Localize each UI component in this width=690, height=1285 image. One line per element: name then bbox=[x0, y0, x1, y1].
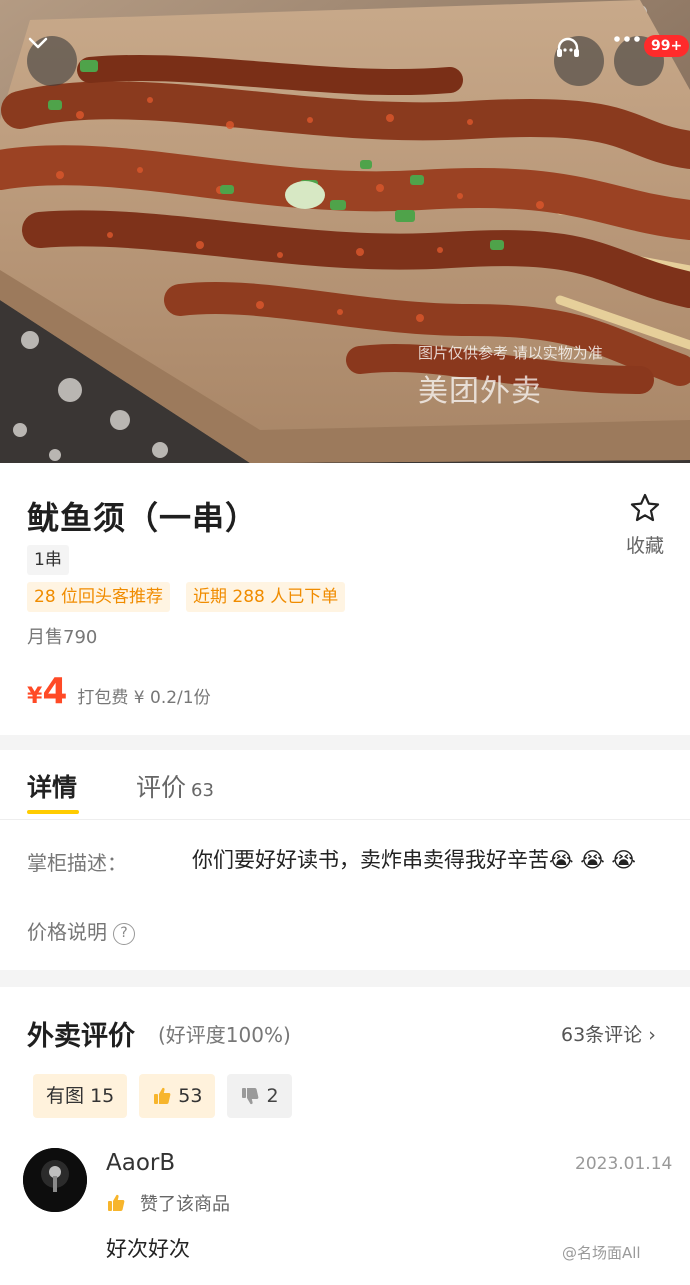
help-icon: ? bbox=[113, 923, 135, 945]
review-username[interactable]: AaorB bbox=[106, 1150, 175, 1176]
reviews-title: 外卖评价 bbox=[27, 1021, 135, 1052]
customer-service-icon bbox=[557, 37, 579, 57]
packing-fee: 打包费 ¥ 0.2/1份 bbox=[77, 688, 211, 708]
star-icon bbox=[630, 493, 660, 522]
filter-negative[interactable]: 2 bbox=[227, 1074, 292, 1118]
repeat-customer-tag: 28 位回头客推荐 bbox=[27, 582, 171, 612]
review-liked-label: 赞了该商品 bbox=[140, 1194, 230, 1215]
price-currency: ¥ bbox=[27, 684, 43, 709]
seller-description-label: 掌柜描述： bbox=[27, 851, 127, 875]
collapse-button[interactable] bbox=[27, 36, 77, 86]
monthly-sales: 月售790 bbox=[27, 627, 98, 648]
price-note[interactable]: 价格说明? bbox=[27, 916, 135, 945]
weibo-watermark: @名场面All bbox=[562, 1244, 641, 1262]
reviews-section: 外卖评价 (好评度100%) 63条评论 › 有图 15 53 2 AaorB … bbox=[0, 987, 690, 1285]
price-value: 4 bbox=[42, 671, 68, 712]
customer-service-button[interactable] bbox=[554, 36, 604, 86]
review-filters: 有图 15 53 2 bbox=[33, 1074, 292, 1118]
favorite-button[interactable]: 收藏 bbox=[620, 493, 670, 558]
review-date: 2023.01.14 bbox=[575, 1154, 673, 1174]
filter-positive-count: 53 bbox=[178, 1085, 203, 1107]
more-icon bbox=[614, 36, 640, 42]
seller-description-text: 你们要好好读书，卖炸串卖得我好辛苦😭 😭 😭 bbox=[192, 848, 636, 872]
price-note-label: 价格说明 bbox=[27, 920, 107, 944]
section-divider bbox=[0, 970, 690, 987]
photo-watermark: 图片仅供参考 请以实物为准 bbox=[418, 344, 603, 362]
product-photo: 图片仅供参考 请以实物为准 美团外卖 99+ bbox=[0, 0, 690, 463]
review-liked: 赞了该商品 bbox=[106, 1190, 230, 1216]
brand-watermark: 美团外卖 bbox=[418, 374, 542, 409]
thumbs-up-icon bbox=[154, 1087, 171, 1104]
chevron-down-icon bbox=[28, 37, 48, 49]
filter-positive[interactable]: 53 bbox=[139, 1074, 216, 1118]
thumbs-down-icon bbox=[242, 1088, 259, 1105]
avatar[interactable] bbox=[23, 1148, 87, 1212]
product-name: 鱿鱼须（一串） bbox=[27, 499, 259, 537]
favorite-label: 收藏 bbox=[625, 535, 664, 557]
tab-reviews-count: 63 bbox=[191, 780, 214, 801]
detail-tabs: 详情 评价 63 bbox=[0, 750, 690, 820]
avatar-image bbox=[23, 1148, 87, 1212]
filter-with-pictures-label: 有图 bbox=[46, 1085, 85, 1107]
tab-detail[interactable]: 详情 bbox=[27, 768, 77, 804]
filter-negative-count: 2 bbox=[266, 1085, 279, 1107]
notification-badge: 99+ bbox=[644, 35, 690, 57]
price-row: ¥ 4 打包费 ¥ 0.2/1份 bbox=[27, 671, 211, 712]
product-info: 鱿鱼须（一串） 收藏 1串 28 位回头客推荐 近期 288 人已下单 月售79… bbox=[0, 463, 690, 735]
section-divider bbox=[0, 735, 690, 750]
spec-chip: 1串 bbox=[27, 545, 69, 575]
all-reviews-link[interactable]: 63条评论 › bbox=[561, 1020, 656, 1047]
tab-reviews-label: 评价 bbox=[136, 773, 187, 802]
reviews-rating: (好评度100%) bbox=[158, 1023, 291, 1047]
filter-with-pictures[interactable]: 有图 15 bbox=[33, 1074, 128, 1118]
review-text: 好次好次 bbox=[106, 1237, 190, 1261]
filter-with-pictures-count: 15 bbox=[90, 1085, 115, 1107]
tab-reviews[interactable]: 评价 63 bbox=[136, 768, 214, 804]
thumbs-up-icon bbox=[108, 1194, 125, 1211]
tab-active-indicator bbox=[27, 810, 79, 814]
recent-orders-tag: 近期 288 人已下单 bbox=[186, 582, 346, 612]
detail-section: 掌柜描述： 你们要好好读书，卖炸串卖得我好辛苦😭 😭 😭 价格说明? bbox=[0, 820, 690, 970]
